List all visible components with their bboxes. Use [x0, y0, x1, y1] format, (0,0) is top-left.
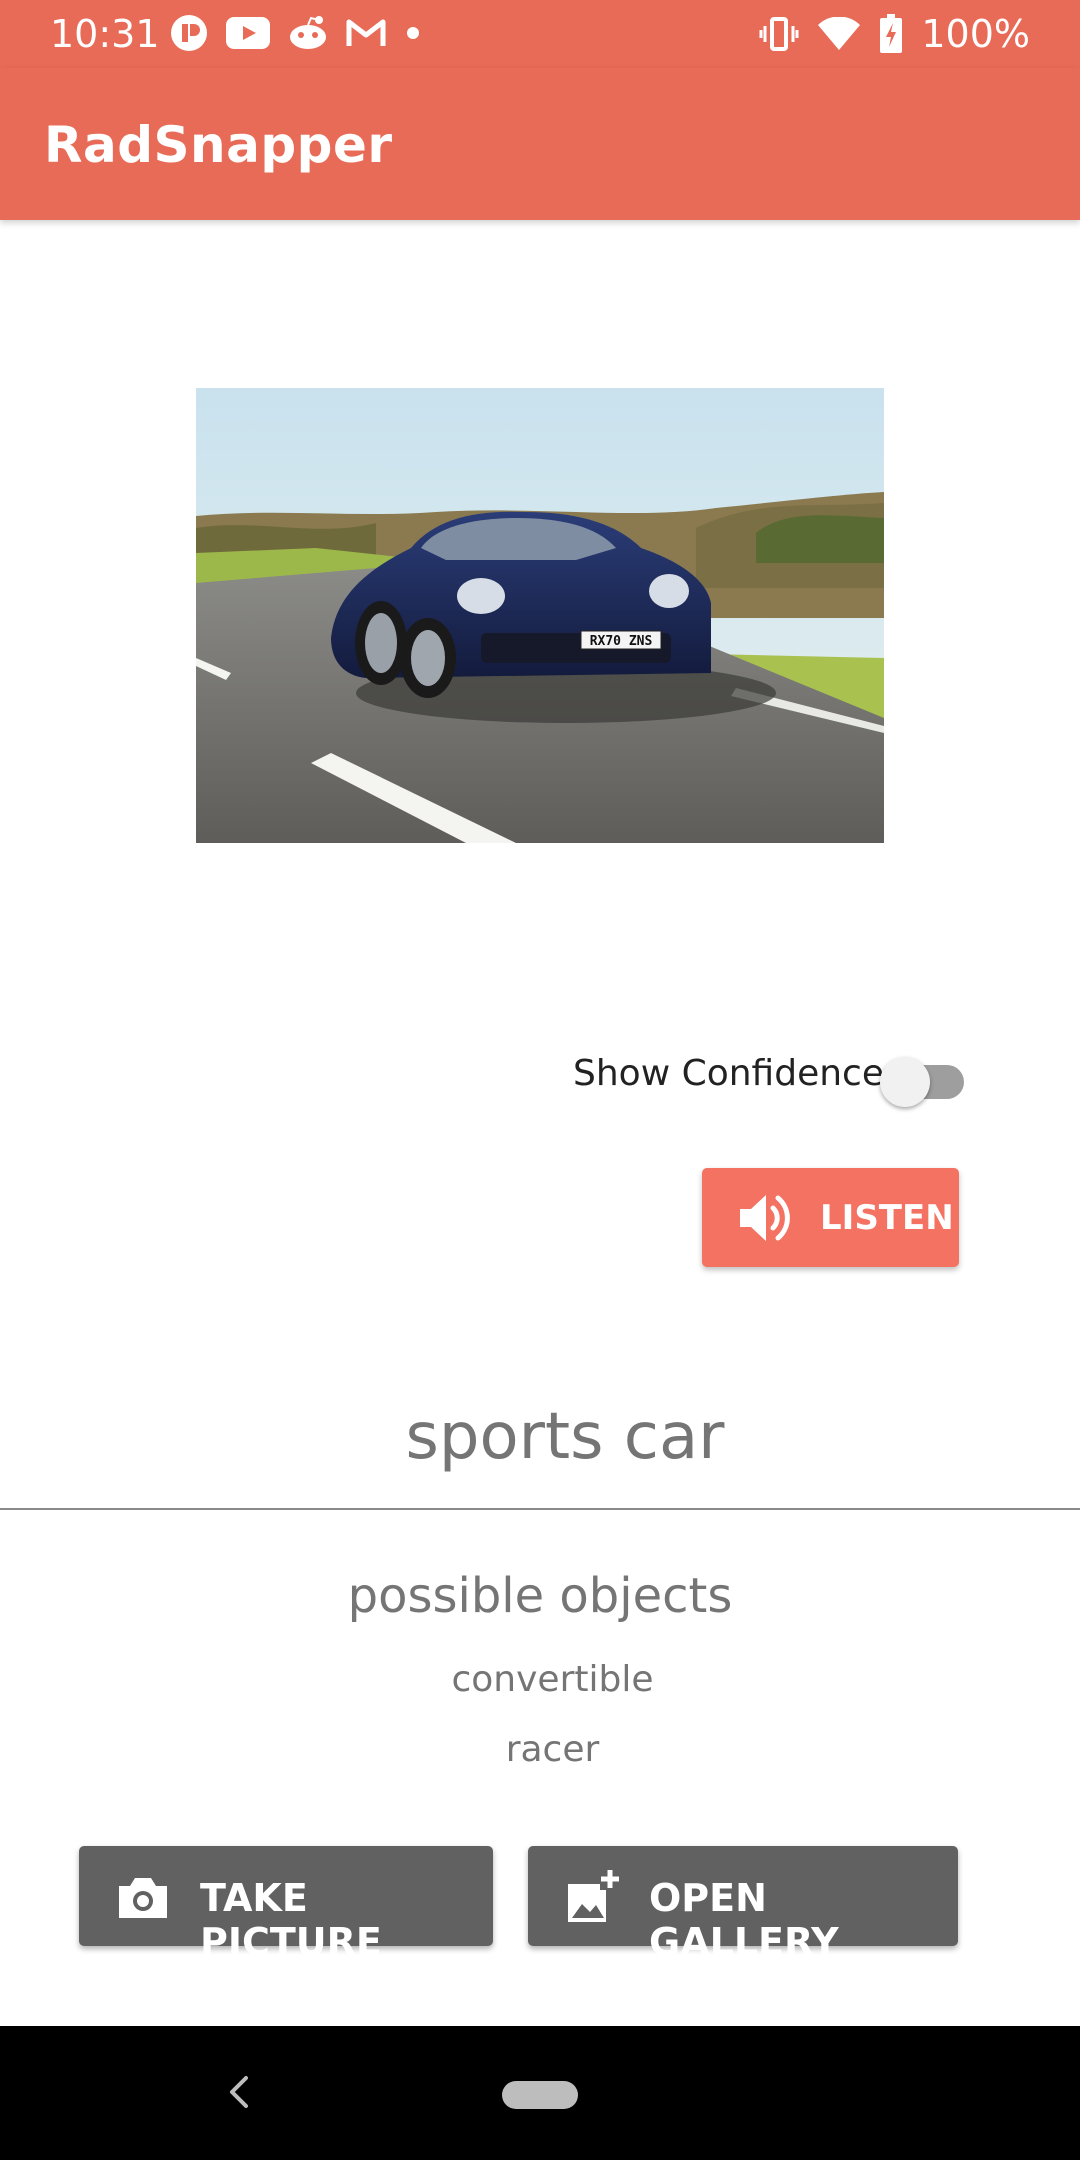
youtube-icon	[226, 17, 270, 49]
license-plate: RX70 ZNS	[590, 634, 653, 649]
open-gallery-button[interactable]: OPEN GALLERY	[528, 1846, 958, 1964]
status-time: 10:31	[50, 12, 160, 56]
add-photo-icon	[568, 1870, 619, 1922]
possible-object-item: convertible	[451, 1659, 654, 1700]
app-bar: RadSnapper	[0, 68, 1080, 220]
open-gallery-label: OPEN GALLERY	[649, 1876, 839, 1964]
app-title: RadSnapper	[44, 116, 393, 174]
listen-button[interactable]: LISTEN	[702, 1168, 959, 1267]
possible-object-item: racer	[505, 1729, 600, 1770]
prediction-label: sports car	[405, 1400, 725, 1474]
home-pill[interactable]	[502, 2081, 578, 2109]
show-confidence-label: Show Confidence	[573, 1053, 884, 1094]
battery-percentage: 100%	[921, 12, 1030, 56]
back-icon[interactable]	[224, 2072, 254, 2112]
navigation-bar	[0, 2026, 1080, 2160]
listen-label: LISTEN	[820, 1198, 954, 1238]
system-icons: 100%	[759, 12, 1030, 56]
take-picture-button[interactable]: TAKE PICTURE	[79, 1846, 493, 1964]
dot-icon	[407, 27, 419, 39]
battery-icon	[880, 14, 903, 53]
wifi-icon	[818, 17, 861, 50]
app-icon	[171, 15, 207, 51]
selected-photo: RX70 ZNS	[196, 388, 884, 843]
camera-icon	[119, 1878, 167, 1918]
divider	[0, 1508, 1080, 1510]
possible-objects-title: possible objects	[347, 1568, 733, 1624]
gmail-icon	[346, 19, 386, 46]
speaker-icon	[740, 1195, 790, 1241]
possible-objects-list: convertible racer	[0, 1655, 1080, 1795]
show-confidence-row[interactable]: Show Confidence	[560, 1045, 980, 1107]
take-picture-label: TAKE PICTURE	[200, 1876, 382, 1964]
show-confidence-switch[interactable]	[880, 1057, 970, 1107]
vibrate-icon	[759, 17, 799, 51]
switch-thumb	[880, 1057, 930, 1107]
notification-icons	[170, 14, 422, 52]
car-photo: RX70 ZNS	[196, 388, 884, 843]
reddit-icon	[290, 16, 326, 49]
status-bar: 10:31 100%	[0, 0, 1080, 68]
